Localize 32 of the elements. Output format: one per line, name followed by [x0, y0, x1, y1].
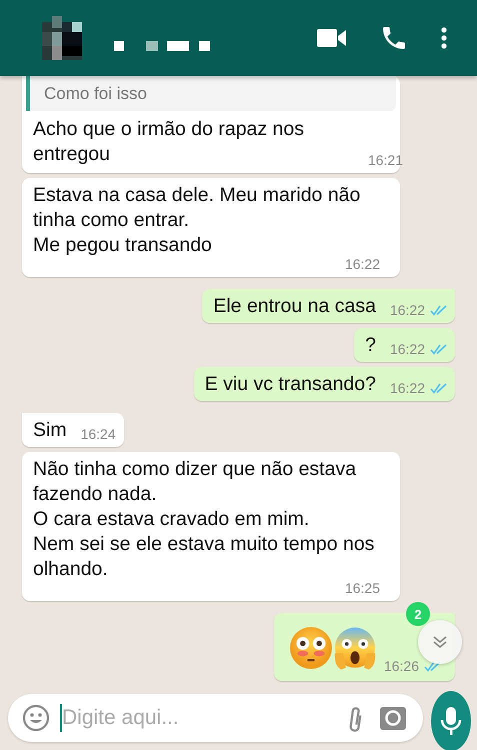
double-chevron-icon [433, 636, 447, 648]
message-text: Não tinha como dizer que não estava fazendo nada. [33, 457, 358, 507]
message-text: Estava na casa dele. Meu marido não tinha como entrar. [33, 183, 362, 233]
screaming-face-icon [334, 627, 376, 671]
message-text: O cara estava cravado em mim. [33, 507, 310, 532]
message-input-bar[interactable]: Digite aqui... [8, 694, 423, 742]
microphone-button[interactable] [431, 691, 471, 750]
message-time: 16:22 [390, 301, 425, 319]
microphone-icon [440, 706, 462, 736]
phone-icon[interactable] [383, 27, 405, 49]
message-text: Acho que o irmão do rapaz nos entregou [33, 117, 306, 167]
more-options-icon[interactable] [441, 27, 447, 49]
message-text: Sim [33, 418, 67, 443]
message-time: 16:21 [368, 151, 403, 169]
unread-count-badge: 2 [406, 602, 430, 626]
message-time: 16:22 [390, 340, 425, 358]
quoted-text: Como foi isso [44, 84, 147, 103]
message-time: 16:24 [80, 425, 116, 443]
flushed-face-icon [290, 627, 332, 669]
smiley-icon[interactable] [22, 704, 50, 732]
message-time: 16:22 [390, 379, 425, 397]
video-camera-icon[interactable] [317, 28, 347, 48]
message-time: 16:22 [344, 255, 380, 273]
message-text: Nem sei se ele estava muito tempo nos olhando. [33, 532, 376, 582]
camera-icon[interactable] [379, 705, 407, 731]
message-text: ? [365, 333, 376, 358]
message-input-field[interactable]: Digite aqui... [62, 706, 333, 730]
message-time: 16:25 [344, 579, 380, 597]
message-time: 16:26 [384, 657, 419, 675]
message-text: Me pegou transando [33, 233, 213, 258]
message-text: E viu vc transando? [204, 372, 376, 397]
message-text: Ele entrou na casa [213, 294, 376, 319]
